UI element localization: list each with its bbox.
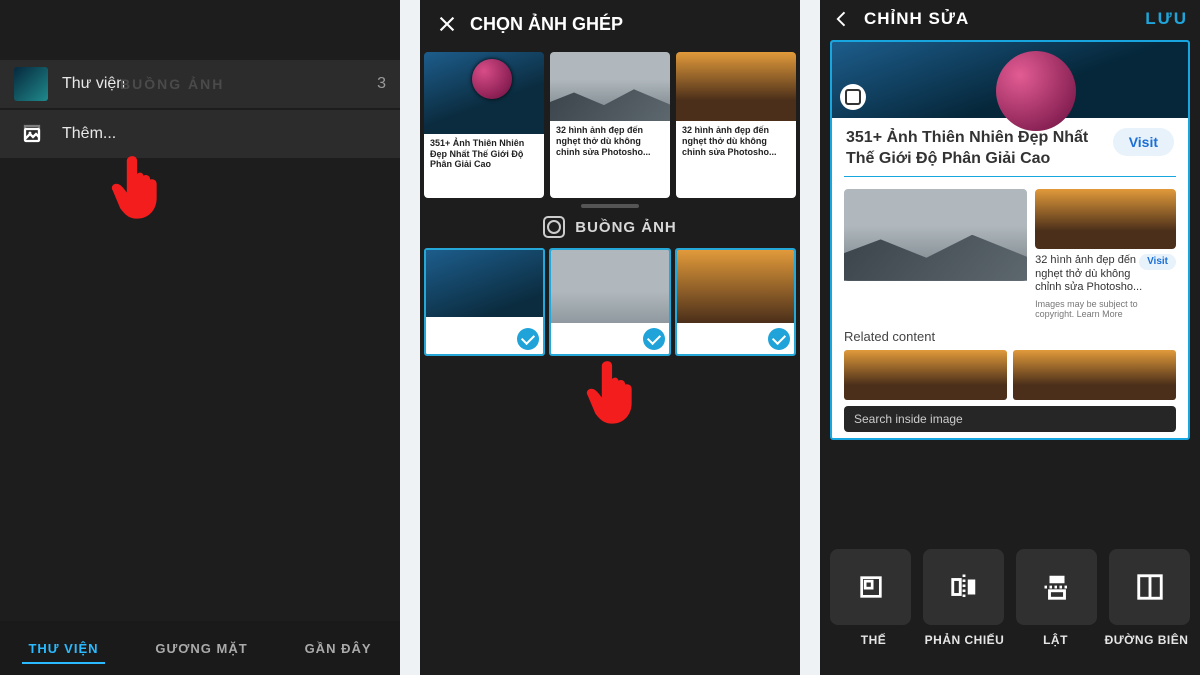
bottom-tabs: THƯ VIỆN GƯƠNG MẶT GẦN ĐÂY — [0, 621, 400, 675]
preview-caption-2: Visit 32 hình ảnh đẹp đến nghẹt thở dù k… — [1035, 254, 1176, 295]
pointer-hand-icon — [585, 355, 641, 427]
check-icon — [643, 328, 665, 350]
library-count: 3 — [377, 75, 386, 93]
search-inside-image[interactable]: Search inside image — [844, 406, 1176, 432]
gallery-stack-icon — [14, 117, 48, 151]
tab-library[interactable]: THƯ VIỆN — [22, 627, 104, 670]
source-options-menu: Thư viện BUỒNG ẢNH 3 Thêm... — [0, 60, 400, 158]
section-header-label: BUỒNG ẢNH — [575, 219, 677, 236]
preview-heading-row: 351+ Ảnh Thiên Nhiên Đẹp Nhất Thế Giới Đ… — [832, 118, 1188, 176]
drag-handle-icon[interactable] — [581, 204, 639, 208]
visit-button-small[interactable]: Visit — [1139, 254, 1176, 271]
preview-heading: 351+ Ảnh Thiên Nhiên Đẹp Nhất Thế Giới Đ… — [846, 128, 1103, 170]
visit-button[interactable]: Visit — [1113, 128, 1174, 156]
selected-thumbnails-row — [420, 248, 800, 356]
selected-thumb-2[interactable] — [549, 248, 670, 356]
panel-1-library-picker: Thư viện BUỒNG ẢNH 3 Thêm... THƯ VIỆN GƯ… — [0, 0, 400, 675]
panel-3-edit: CHỈNH SỬA LƯU 351+ Ảnh Thiên Nhiên Đẹp N… — [820, 0, 1200, 675]
panel-2-header: CHỌN ẢNH GHÉP — [420, 0, 800, 48]
panel-2-select-collage: CHỌN ẢNH GHÉP 351+ Ảnh Thiên Nhiên Đẹp N… — [420, 0, 800, 675]
source-thumb-2[interactable]: 32 hình ảnh đẹp đến nghẹt thở dù không c… — [550, 52, 670, 198]
preview-image-2 — [844, 189, 1027, 281]
preview-image-1 — [832, 42, 1188, 118]
selection-underline — [844, 176, 1176, 177]
option-library-label: Thư viện — [62, 75, 125, 93]
tool-label-flip: LẬT — [1010, 633, 1101, 647]
google-lens-icon — [1001, 255, 1021, 275]
tool-label-border: ĐƯỜNG BIÊN — [1101, 633, 1192, 647]
tool-mirror[interactable] — [923, 549, 1004, 625]
close-icon[interactable] — [430, 7, 464, 41]
section-header: BUỒNG ẢNH — [420, 216, 800, 238]
related-thumbs — [832, 344, 1188, 400]
pointer-hand-icon — [110, 150, 166, 222]
edit-toolbar: THẾ PHẢN CHIẾU LẬT ĐƯỜNG BIÊN — [820, 535, 1200, 675]
selected-thumb-3[interactable] — [675, 248, 796, 356]
related-thumb[interactable] — [1013, 350, 1176, 400]
source-thumb-1[interactable]: 351+ Ảnh Thiên Nhiên Đẹp Nhất Thế Giới Đ… — [424, 52, 544, 198]
save-button[interactable]: LƯU — [1145, 9, 1188, 29]
panel-2-title: CHỌN ẢNH GHÉP — [470, 14, 623, 35]
tool-border[interactable] — [1109, 549, 1190, 625]
collage-source-thumbnails: 351+ Ảnh Thiên Nhiên Đẹp Nhất Thế Giới Đ… — [420, 48, 800, 198]
option-library[interactable]: Thư viện BUỒNG ẢNH 3 — [0, 60, 400, 108]
tool-replace[interactable] — [830, 549, 911, 625]
tab-faces[interactable]: GƯƠNG MẶT — [149, 627, 253, 670]
tool-label-mirror: PHẢN CHIẾU — [919, 633, 1010, 647]
copyright-note: Images may be subject to copyright. Lear… — [1035, 299, 1176, 319]
related-thumb[interactable] — [844, 350, 1007, 400]
related-label: Related content — [832, 325, 1188, 344]
ghost-label: BUỒNG ẢNH — [120, 60, 224, 108]
preview-image-3 — [1035, 189, 1176, 249]
preview-row-2: Visit 32 hình ảnh đẹp đến nghẹt thở dù k… — [832, 183, 1188, 325]
tool-labels-row: THẾ PHẢN CHIẾU LẬT ĐƯỜNG BIÊN — [820, 625, 1200, 647]
camera-icon — [543, 216, 565, 238]
edit-title: CHỈNH SỬA — [864, 9, 969, 29]
tool-flip[interactable] — [1016, 549, 1097, 625]
google-lens-icon — [840, 84, 866, 110]
option-more[interactable]: Thêm... — [0, 110, 400, 158]
selected-thumb-1[interactable] — [424, 248, 545, 356]
library-thumbnail-icon — [14, 67, 48, 101]
option-more-label: Thêm... — [62, 125, 116, 143]
source-thumb-3[interactable]: 32 hình ảnh đẹp đến nghẹt thở dù không c… — [676, 52, 796, 198]
tool-label-replace: THẾ — [828, 633, 919, 647]
panel-1-spacer — [0, 0, 400, 60]
collage-preview[interactable]: 351+ Ảnh Thiên Nhiên Đẹp Nhất Thế Giới Đ… — [830, 40, 1190, 440]
back-icon[interactable] — [832, 9, 858, 29]
panel-3-header: CHỈNH SỬA LƯU — [820, 0, 1200, 38]
tab-recent[interactable]: GẦN ĐÂY — [299, 627, 378, 670]
